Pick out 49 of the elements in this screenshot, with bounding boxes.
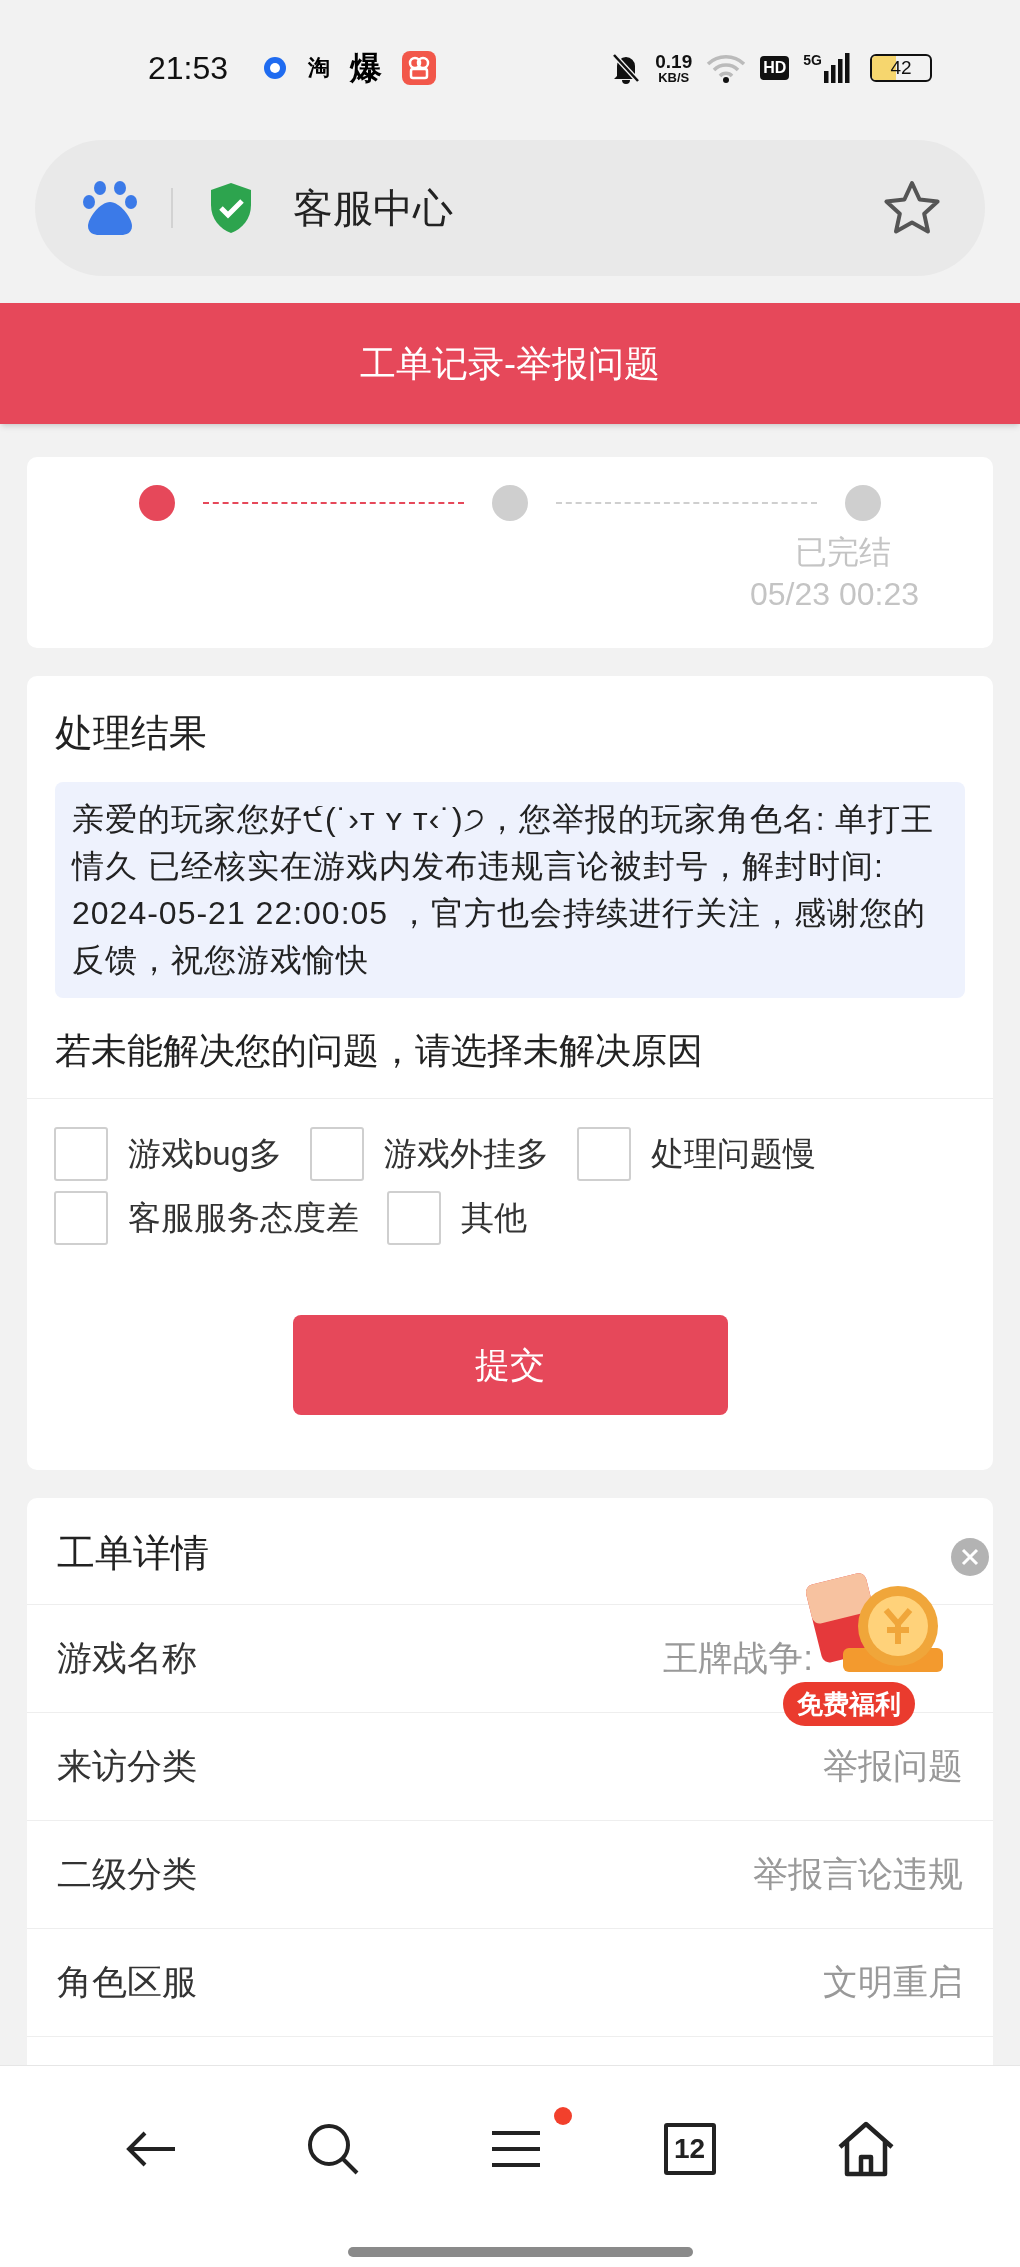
detail-value: 文明重启 <box>823 1961 963 2004</box>
clock-time: 21:53 <box>148 48 229 88</box>
search-icon <box>306 2122 361 2176</box>
menu-icon <box>490 2129 542 2169</box>
checkbox-square[interactable] <box>577 1127 632 1181</box>
detail-label: 角色区服 <box>57 1961 197 2004</box>
reason-checkbox[interactable]: 其他 <box>387 1191 527 1245</box>
step-time: 05/23 00:23 <box>749 575 919 614</box>
wifi-icon <box>706 52 747 83</box>
star-icon[interactable] <box>883 180 941 236</box>
detail-value: 举报问题 <box>823 1745 963 1788</box>
app-icon: 淘 <box>308 51 331 84</box>
reason-checkbox[interactable]: 处理问题慢 <box>577 1127 817 1181</box>
camera-app-icon <box>402 50 437 85</box>
submit-button[interactable]: 提交 <box>292 1315 728 1415</box>
checkbox-square[interactable] <box>387 1191 441 1245</box>
signal-icon <box>824 52 850 83</box>
detail-label: 游戏名称 <box>57 1637 197 1680</box>
detail-value: 举报言论违规 <box>753 1853 963 1896</box>
app-icon: 爆 <box>350 43 383 92</box>
close-icon <box>961 1548 979 1566</box>
paw-logo-icon <box>83 180 137 236</box>
speed-unit: KB/S <box>658 70 690 84</box>
close-button[interactable] <box>951 1538 989 1576</box>
detail-label: 来访分类 <box>57 1745 197 1788</box>
checkbox-square[interactable] <box>54 1127 108 1181</box>
network-type: 5G <box>803 52 822 67</box>
question-text: 若未能解决您的问题，请选择未解决原因 <box>55 1029 704 1073</box>
page-title: 客服中心 <box>293 185 454 232</box>
address-bar[interactable]: 客服中心 <box>35 140 985 276</box>
back-arrow-icon <box>124 2129 177 2169</box>
promo-label[interactable]: 免费福利 <box>783 1682 915 1726</box>
result-message: 亲爱的玩家您好੯(˙›ᴛ ʏ ᴛ‹˙)੭，您举报的玩家角色名: 单打王情久 已经核实在游戏内发布违规言论被封号，解封时间: 2024-05-21 22:00:05 ，官方也会持续进行关注，感谢您的反馈，祝您游戏愉快 <box>55 782 965 998</box>
reason-checkbox[interactable]: 游戏bug多 <box>54 1127 283 1181</box>
step-label: 已完结 <box>795 533 891 572</box>
header-title: 工单记录-举报问题 <box>360 341 660 386</box>
home-icon <box>837 2121 896 2177</box>
tabs-button[interactable]: 12 <box>663 2123 716 2175</box>
detail-value: 王牌战争: <box>663 1637 813 1680</box>
ring-icon <box>262 54 289 81</box>
detail-label: 二级分类 <box>57 1853 197 1896</box>
checkbox-square[interactable] <box>310 1127 365 1181</box>
muted-bell-icon <box>611 51 642 84</box>
network-speed: 0.19 <box>655 51 693 71</box>
section-title: 处理结果 <box>55 711 208 756</box>
reason-checkbox[interactable]: 游戏外挂多 <box>310 1127 550 1181</box>
reason-checkbox[interactable]: 客服服务态度差 <box>54 1191 359 1245</box>
hd-badge: HD <box>760 55 790 80</box>
checkbox-square[interactable] <box>54 1191 108 1245</box>
